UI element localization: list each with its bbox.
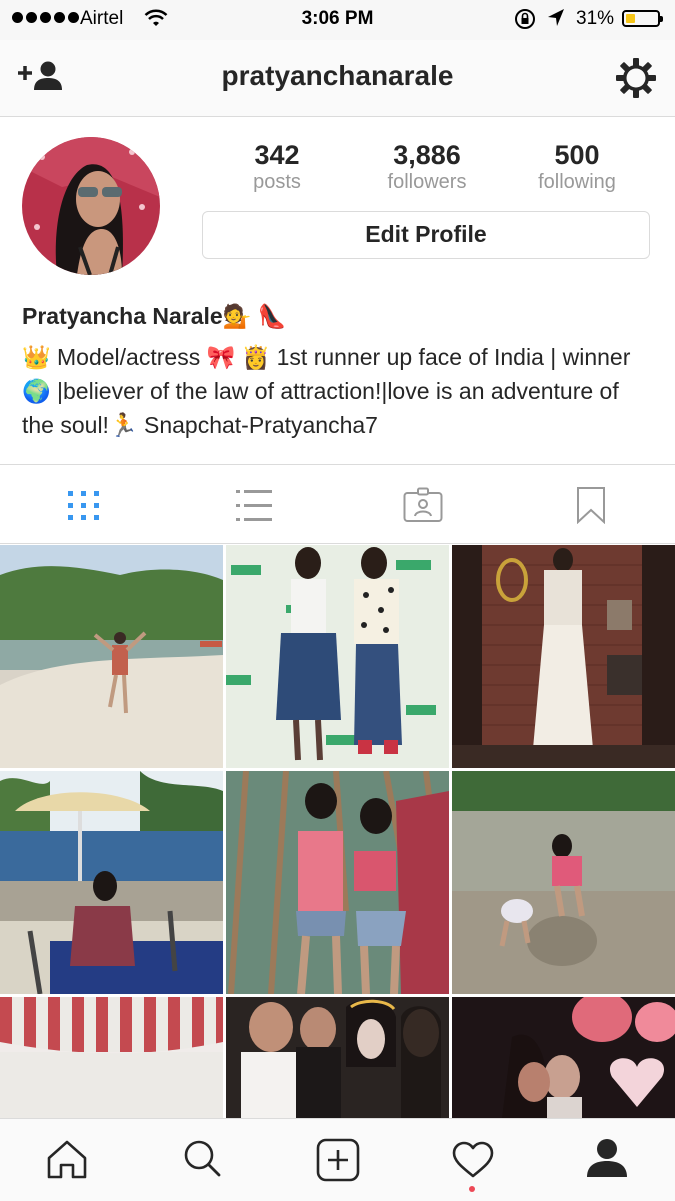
photo-thumbnail[interactable] xyxy=(226,771,449,994)
rotation-lock-icon xyxy=(514,8,536,36)
heart-icon[interactable] xyxy=(452,1141,494,1184)
posts-label: posts xyxy=(253,171,301,193)
home-icon[interactable] xyxy=(46,1139,88,1184)
photo-thumbnail[interactable] xyxy=(0,771,223,994)
location-icon xyxy=(546,7,566,35)
photo-thumbnail[interactable] xyxy=(452,545,675,768)
followers-stat[interactable]: 3,886 followers xyxy=(357,140,497,194)
clock: 3:06 PM xyxy=(301,8,374,29)
page-title: pratyanchanarale xyxy=(221,60,454,91)
photo-thumbnail[interactable] xyxy=(0,997,223,1118)
name-emojis: 💁 👠 xyxy=(222,303,287,329)
list-icon[interactable] xyxy=(236,490,272,527)
edit-profile-button[interactable]: Edit Profile xyxy=(202,211,650,259)
photo-thumbnail[interactable] xyxy=(452,997,675,1118)
display-name-text: Pratyancha Narale xyxy=(22,303,223,329)
divider xyxy=(0,464,675,465)
avatar[interactable] xyxy=(22,137,160,275)
status-bar: Airtel 3:06 PM 31% xyxy=(0,0,675,40)
following-label: following xyxy=(538,171,616,193)
search-icon[interactable] xyxy=(182,1138,222,1183)
photo-thumbnail[interactable] xyxy=(452,771,675,994)
gear-icon[interactable] xyxy=(614,56,658,105)
following-count: 500 xyxy=(554,140,600,170)
followers-count: 3,886 xyxy=(393,140,461,170)
divider xyxy=(0,543,675,544)
bio-text: 👑 Model/actress 🎀 👸 1st runner up face o… xyxy=(22,344,631,438)
display-name: Pratyancha Narale💁 👠 xyxy=(22,303,286,330)
posts-count: 342 xyxy=(254,140,300,170)
photo-thumbnail[interactable] xyxy=(0,545,223,768)
posts-stat[interactable]: 342 posts xyxy=(207,140,347,194)
battery-icon xyxy=(622,10,663,27)
photo-thumbnail[interactable] xyxy=(226,997,449,1118)
tagged-icon[interactable] xyxy=(403,487,443,528)
grid-icon[interactable] xyxy=(68,491,100,526)
photo-thumbnail[interactable] xyxy=(226,545,449,768)
add-post-icon[interactable] xyxy=(316,1138,360,1187)
battery-percent: 31% xyxy=(576,8,615,29)
followers-label: followers xyxy=(387,171,467,193)
bookmark-icon[interactable] xyxy=(576,486,606,529)
notification-dot xyxy=(469,1186,475,1192)
profile-icon[interactable] xyxy=(586,1138,628,1183)
profile-header: pratyanchanarale xyxy=(0,40,675,117)
following-stat[interactable]: 500 following xyxy=(507,140,647,194)
